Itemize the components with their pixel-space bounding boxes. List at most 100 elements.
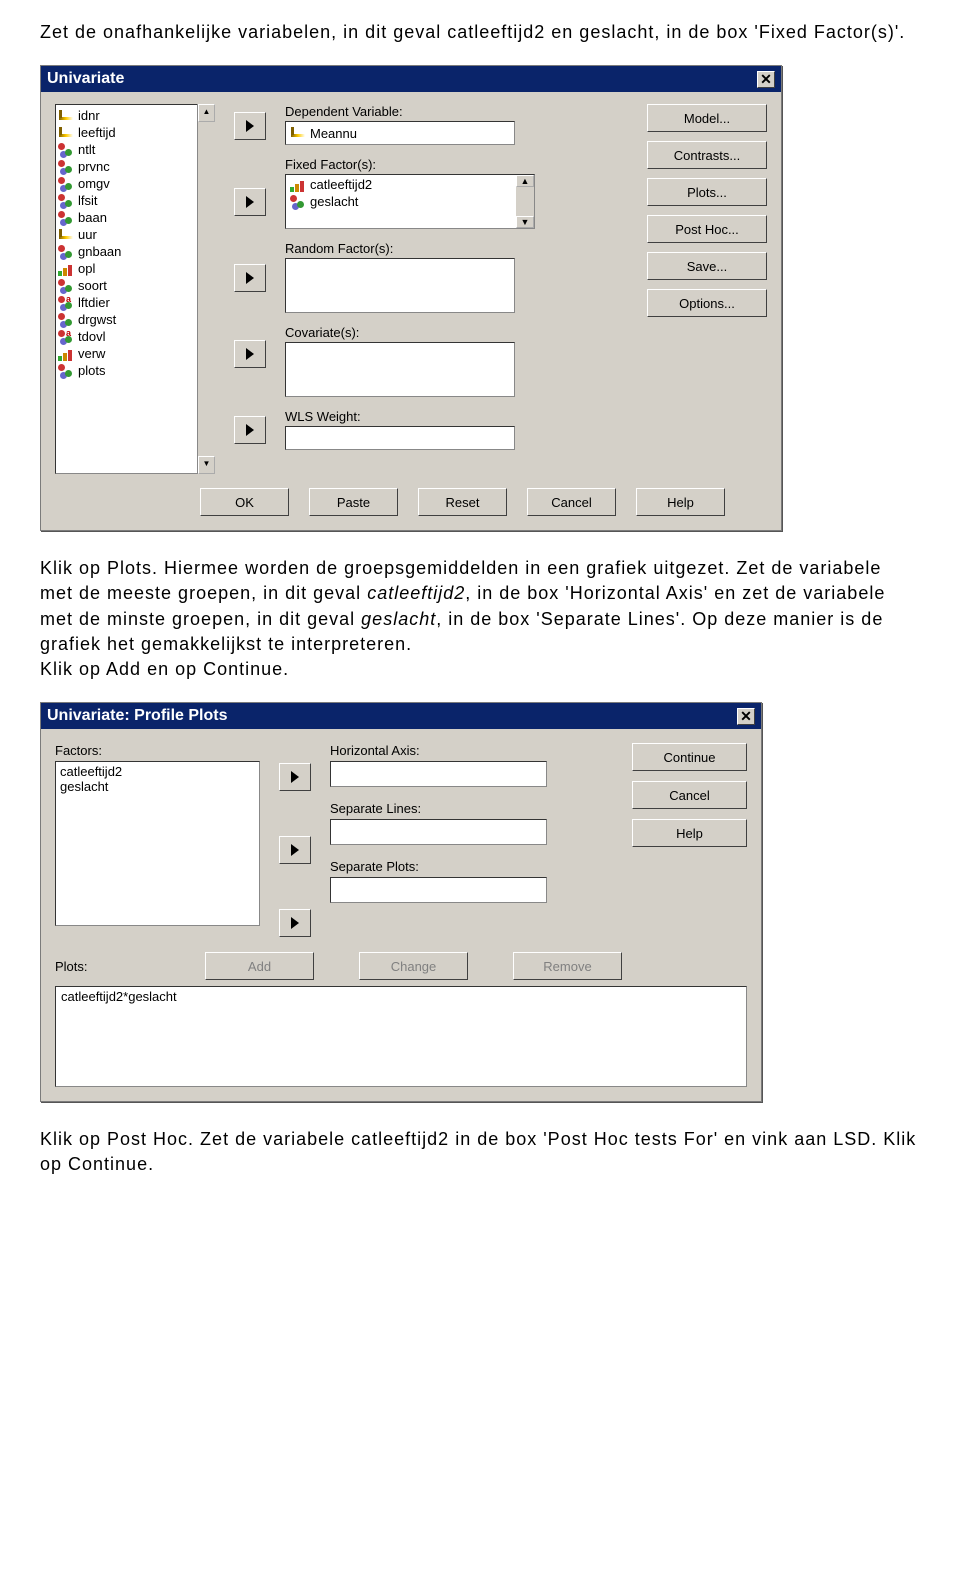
move-separate-lines-button[interactable] (279, 836, 311, 864)
scroll-up-icon[interactable]: ▲ (198, 104, 215, 122)
nominal-icon (58, 177, 74, 191)
arrow-right-icon (246, 196, 254, 208)
nominal-string-icon: a (58, 330, 74, 344)
close-icon[interactable]: ✕ (737, 708, 755, 725)
fixed-label: Fixed Factor(s): (285, 157, 629, 172)
titlebar: Univariate ✕ (41, 66, 781, 92)
add-button[interactable]: Add (205, 952, 314, 980)
list-item[interactable]: catleeftijd2 (60, 764, 255, 779)
source-variable-list[interactable]: idnrleeftijdntltprvnc omgv lfsit baanuurgnb… (55, 104, 215, 474)
model-button[interactable]: Model... (647, 104, 767, 132)
paste-button[interactable]: Paste (309, 488, 398, 516)
covariates-box[interactable] (285, 342, 515, 397)
variable-name: lftdier (78, 295, 110, 310)
options-button[interactable]: Options... (647, 289, 767, 317)
list-item[interactable]: leeftijd (56, 124, 214, 141)
list-item[interactable]: opl (56, 260, 214, 277)
variable-name: tdovl (78, 329, 105, 344)
contrasts-button[interactable]: Contrasts... (647, 141, 767, 169)
arrow-right-icon (246, 348, 254, 360)
close-icon[interactable]: ✕ (757, 71, 775, 88)
scale-icon (58, 109, 74, 123)
dependent-variable-box[interactable]: Meannu (285, 121, 515, 145)
list-item[interactable]: soort (56, 277, 214, 294)
dependent-label: Dependent Variable: (285, 104, 629, 119)
scroll-down-icon[interactable]: ▼ (198, 456, 215, 474)
scroll-up-icon[interactable]: ▲ (516, 175, 534, 187)
list-item[interactable]: atdovl (56, 328, 214, 345)
nominal-string-icon: a (58, 296, 74, 310)
list-item[interactable]: idnr (56, 107, 214, 124)
list-item[interactable]: prvnc (56, 158, 214, 175)
reset-button[interactable]: Reset (418, 488, 507, 516)
nominal-icon (58, 245, 74, 259)
cancel-button[interactable]: Cancel (527, 488, 616, 516)
move-covariate-button[interactable] (234, 340, 266, 368)
variable-name: opl (78, 261, 95, 276)
dialog-title: Univariate (47, 70, 124, 88)
plots-list-item[interactable]: catleeftijd2*geslacht (61, 989, 177, 1004)
list-item[interactable]: omgv (56, 175, 214, 192)
plots-button[interactable]: Plots... (647, 178, 767, 206)
separate-plots-box[interactable] (330, 877, 547, 903)
list-item[interactable]: plots (56, 362, 214, 379)
variable-name: leeftijd (78, 125, 116, 140)
list-item[interactable]: verw (56, 345, 214, 362)
remove-button[interactable]: Remove (513, 952, 622, 980)
profile-plots-dialog: Univariate: Profile Plots ✕ Factors: cat… (40, 702, 762, 1102)
variable-name: prvnc (78, 159, 110, 174)
fixed-factors-box[interactable]: catleeftijd2 geslacht ▲▼ (285, 174, 535, 229)
nominal-icon (58, 313, 74, 327)
nominal-icon (58, 194, 74, 208)
random-factors-box[interactable] (285, 258, 515, 313)
variable-name: omgv (78, 176, 110, 191)
arrow-right-icon (246, 272, 254, 284)
univariate-dialog: Univariate ✕ idnrleeftijdntltprvnc omgv lf… (40, 65, 782, 531)
plots-list[interactable]: catleeftijd2*geslacht (55, 986, 747, 1087)
move-random-button[interactable] (234, 264, 266, 292)
move-wls-button[interactable] (234, 416, 266, 444)
variable-name: lfsit (78, 193, 98, 208)
variable-name: plots (78, 363, 105, 378)
factors-label: Factors: (55, 743, 260, 758)
separate-lines-box[interactable] (330, 819, 547, 845)
ok-button[interactable]: OK (200, 488, 289, 516)
move-horizontal-button[interactable] (279, 763, 311, 791)
nominal-icon (58, 211, 74, 225)
dependent-value: Meannu (310, 126, 357, 141)
intro-text-3: Klik op Post Hoc. Zet de variabele catle… (40, 1127, 920, 1177)
change-button[interactable]: Change (359, 952, 468, 980)
continue-button[interactable]: Continue (632, 743, 747, 771)
variable-name: baan (78, 210, 107, 225)
list-item[interactable]: drgwst (56, 311, 214, 328)
scale-icon (58, 126, 74, 140)
arrow-right-icon (291, 844, 299, 856)
ordinal-icon (290, 178, 306, 192)
factors-list[interactable]: catleeftijd2 geslacht (55, 761, 260, 926)
list-item[interactable]: uur (56, 226, 214, 243)
help-button[interactable]: Help (636, 488, 725, 516)
move-separate-plots-button[interactable] (279, 909, 311, 937)
scrollbar[interactable]: ▲ ▼ (197, 104, 215, 474)
help-button[interactable]: Help (632, 819, 747, 847)
scale-icon (58, 228, 74, 242)
list-item[interactable]: geslacht (60, 779, 255, 794)
scrollbar[interactable]: ▲▼ (516, 175, 534, 228)
ordinal-icon (58, 262, 74, 276)
horizontal-axis-box[interactable] (330, 761, 547, 787)
move-dependent-button[interactable] (234, 112, 266, 140)
separate-plots-label: Separate Plots: (330, 859, 618, 874)
arrow-right-icon (291, 771, 299, 783)
wls-weight-box[interactable] (285, 426, 515, 450)
list-item[interactable]: lfsit (56, 192, 214, 209)
posthoc-button[interactable]: Post Hoc... (647, 215, 767, 243)
move-fixed-button[interactable] (234, 188, 266, 216)
list-item[interactable]: ntlt (56, 141, 214, 158)
arrow-right-icon (291, 917, 299, 929)
list-item[interactable]: gnbaan (56, 243, 214, 260)
list-item[interactable]: a lftdier (56, 294, 214, 311)
save-button[interactable]: Save... (647, 252, 767, 280)
scroll-down-icon[interactable]: ▼ (516, 216, 534, 228)
cancel-button[interactable]: Cancel (632, 781, 747, 809)
list-item[interactable]: baan (56, 209, 214, 226)
